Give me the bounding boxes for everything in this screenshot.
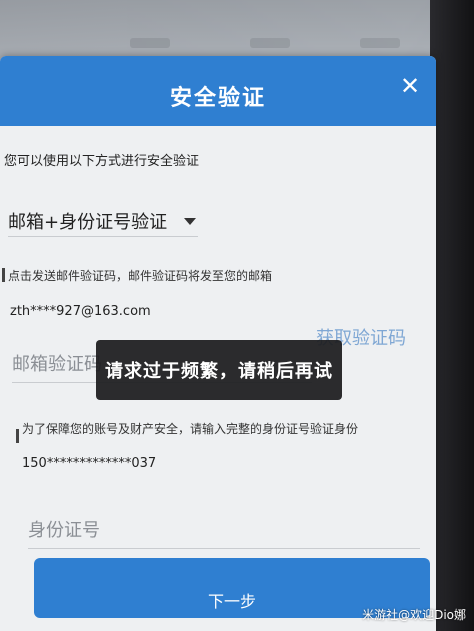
masked-phone: 150*************037 (22, 456, 157, 471)
close-button[interactable]: ✕ (396, 72, 424, 100)
background-tab (130, 38, 170, 48)
watermark: 米游社@欢迎Dio娜 (362, 608, 466, 622)
phone-bezel (430, 0, 474, 631)
verification-method-label: 邮箱+身份证号验证 (8, 212, 168, 233)
rate-limit-toast: 请求过于频繁，请稍后再试 (96, 340, 342, 400)
background-tab (250, 38, 290, 48)
info-marker (16, 429, 19, 443)
verification-method-select[interactable]: 邮箱+身份证号验证 (8, 206, 198, 237)
email-note: 点击发送邮件验证码，邮件验证码将发至您的邮箱 (8, 269, 273, 283)
dialog-title: 安全验证 (169, 86, 266, 111)
chevron-down-icon (184, 218, 196, 225)
close-icon: ✕ (399, 72, 421, 100)
dialog-header: 安全验证 ✕ (0, 56, 436, 126)
info-marker (2, 268, 5, 282)
masked-email: zth****927@163.com (10, 304, 151, 319)
intro-text: 您可以使用以下方式进行安全验证 (4, 154, 200, 169)
id-note: 为了保障您的账号及财产安全，请输入完整的身份证号验证身份 (22, 422, 359, 436)
id-number-field[interactable]: 身份证号 (28, 508, 420, 549)
email-code-placeholder: 邮箱验证码 (12, 354, 102, 375)
id-number-placeholder: 身份证号 (28, 520, 100, 541)
background-tabs (110, 38, 410, 58)
background-tab (360, 38, 400, 48)
toast-message: 请求过于频繁，请稍后再试 (105, 361, 333, 382)
